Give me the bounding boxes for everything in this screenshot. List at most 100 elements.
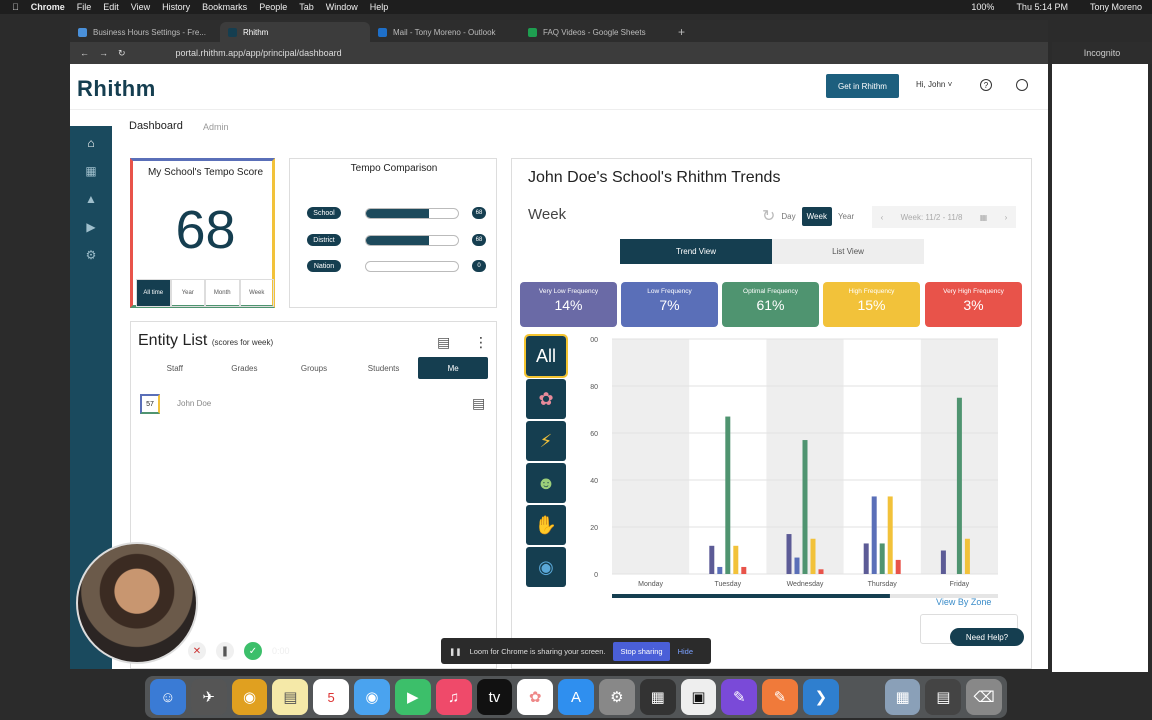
back-icon[interactable]: ← <box>80 48 89 58</box>
loom-controls: ✕ ❚ ✓ 0:00 <box>188 642 290 660</box>
apple-icon[interactable]:  <box>12 2 19 12</box>
activity-monitor-icon[interactable]: ▦ <box>639 679 676 715</box>
close-icon[interactable]: ✕ <box>188 642 206 660</box>
photos-icon[interactable]: ✿ <box>517 679 554 715</box>
folder-icon[interactable]: ▤ <box>925 679 962 715</box>
calendar-app-icon[interactable]: 5 <box>313 679 350 715</box>
trash-icon[interactable]: ⌫ <box>966 679 1003 715</box>
prev-week-icon[interactable]: ‹ <box>881 213 884 222</box>
breadcrumb[interactable]: Dashboard <box>129 120 183 132</box>
tab-grades[interactable]: Grades <box>210 357 280 379</box>
period-day[interactable]: Day <box>781 212 795 221</box>
finder-icon[interactable]: ☺ <box>150 679 186 715</box>
home-icon[interactable]: ⌂ <box>82 134 100 152</box>
notes-icon[interactable]: ▤ <box>472 395 485 412</box>
range-year[interactable]: Year <box>170 279 205 307</box>
launchpad-icon[interactable]: ✈ <box>190 679 227 715</box>
view-by-zone-link[interactable]: View By Zone <box>936 597 991 607</box>
freq-card[interactable]: Very Low Frequency 14% <box>520 282 617 327</box>
notes-app-icon[interactable]: ▤ <box>272 679 309 715</box>
music-icon[interactable]: ♫ <box>435 679 472 715</box>
list-item[interactable]: 57 John Doe ▤ <box>140 394 490 414</box>
url-field[interactable]: portal.rhithm.app/app/principal/dashboar… <box>176 48 342 58</box>
window-app-icon[interactable]: ▣ <box>680 679 717 715</box>
tab-trend-view[interactable]: Trend View <box>620 239 772 264</box>
settings-icon[interactable]: ⚙ <box>598 679 635 715</box>
menu-view[interactable]: View <box>131 2 150 12</box>
zone-all-button[interactable]: All <box>524 334 568 378</box>
need-help-button[interactable]: Need Help? <box>950 628 1024 646</box>
power-icon[interactable] <box>1016 79 1028 91</box>
entity-name: John Doe <box>177 399 212 408</box>
hide-button[interactable]: Hide <box>678 647 693 656</box>
entity-score-badge: 57 <box>140 394 160 414</box>
get-in-rhithm-button[interactable]: Get in Rhithm <box>826 74 899 98</box>
check-icon[interactable]: ✓ <box>244 642 262 660</box>
help-icon[interactable]: ? <box>980 79 992 91</box>
freq-card[interactable]: Very High Frequency 3% <box>925 282 1022 327</box>
pen-app-icon[interactable]: ✎ <box>721 679 758 715</box>
menu-window[interactable]: Window <box>326 2 358 12</box>
facetime-icon[interactable]: ▶ <box>394 679 431 715</box>
browser-tab[interactable]: Business Hours Settings - Fre... <box>70 22 220 42</box>
menu-file[interactable]: File <box>77 2 92 12</box>
period-year[interactable]: Year <box>838 212 854 221</box>
gear-icon[interactable]: ⚙ <box>82 246 100 264</box>
brain-icon[interactable]: ✿ <box>526 379 566 419</box>
chrome-icon[interactable]: ◉ <box>231 679 268 715</box>
browser-tab-active[interactable]: Rhithm <box>220 22 370 42</box>
range-all-time[interactable]: All time <box>136 279 171 307</box>
browser-tab[interactable]: Mail - Tony Moreno - Outlook <box>370 22 520 42</box>
battery-level[interactable]: 100% <box>971 2 994 12</box>
new-tab-icon[interactable]: + <box>670 22 700 42</box>
menu-tab[interactable]: Tab <box>299 2 314 12</box>
notes-icon[interactable]: ▤ <box>437 334 450 351</box>
next-week-icon[interactable]: › <box>1005 213 1008 222</box>
tab-list-view[interactable]: List View <box>772 239 924 264</box>
pencil-app-icon[interactable]: ✎ <box>762 679 798 715</box>
vscode-icon[interactable]: ❯ <box>803 679 839 715</box>
pause-icon[interactable]: ❚ <box>216 642 234 660</box>
user-name[interactable]: Tony Moreno <box>1090 2 1142 12</box>
tab-students[interactable]: Students <box>349 357 419 379</box>
freq-card[interactable]: Optimal Frequency 61% <box>722 282 819 327</box>
lightning-icon[interactable]: ⚡ <box>526 421 566 461</box>
freq-card[interactable]: High Frequency 15% <box>823 282 920 327</box>
breadcrumb-sub[interactable]: Admin <box>203 122 229 132</box>
user-menu[interactable]: Hi, John ˅ <box>916 80 952 89</box>
video-icon[interactable]: ▶ <box>82 218 100 236</box>
messages-icon[interactable]: ◉ <box>354 679 390 715</box>
range-month[interactable]: Month <box>205 279 240 307</box>
rhithm-logo[interactable]: Rhithm <box>77 76 156 102</box>
calendar-icon[interactable]: ▦ <box>980 213 988 222</box>
more-options-icon[interactable]: ⋮ <box>474 334 488 351</box>
forward-icon[interactable]: → <box>99 48 108 58</box>
range-week[interactable]: Week <box>239 279 274 307</box>
menu-people[interactable]: People <box>259 2 287 12</box>
freq-card[interactable]: Low Frequency 7% <box>621 282 718 327</box>
warning-icon[interactable]: ▲ <box>82 190 100 208</box>
app-menu[interactable]: Chrome <box>31 2 65 12</box>
reload-icon[interactable]: ↻ <box>118 48 126 59</box>
menu-edit[interactable]: Edit <box>103 2 119 12</box>
reset-icon[interactable]: ↻ <box>762 206 775 226</box>
tab-staff[interactable]: Staff <box>140 357 210 379</box>
stop-sharing-button[interactable]: Stop sharing <box>613 641 670 661</box>
menu-bookmarks[interactable]: Bookmarks <box>202 2 247 12</box>
period-week[interactable]: Week <box>801 206 832 226</box>
preview-icon[interactable]: ▦ <box>884 679 921 715</box>
menu-history[interactable]: History <box>162 2 190 12</box>
app-store-icon[interactable]: A <box>558 679 594 715</box>
tab-me[interactable]: Me <box>418 357 488 379</box>
chart-bar <box>810 538 816 574</box>
muscle-icon[interactable]: ✋ <box>526 505 566 545</box>
speech-bubble-icon[interactable]: ◉ <box>526 547 566 587</box>
tv-icon[interactable]: tv <box>476 679 513 715</box>
browser-tab[interactable]: FAQ Videos - Google Sheets <box>520 22 670 42</box>
calendar-icon[interactable]: ▦ <box>82 162 100 180</box>
week-selector[interactable]: ‹ Week: 11/2 - 11/8 ▦ › <box>872 206 1016 228</box>
tab-groups[interactable]: Groups <box>279 357 349 379</box>
clock[interactable]: Thu 5:14 PM <box>1016 2 1068 12</box>
menu-help[interactable]: Help <box>370 2 389 12</box>
masks-icon[interactable]: ☻ <box>526 463 566 503</box>
